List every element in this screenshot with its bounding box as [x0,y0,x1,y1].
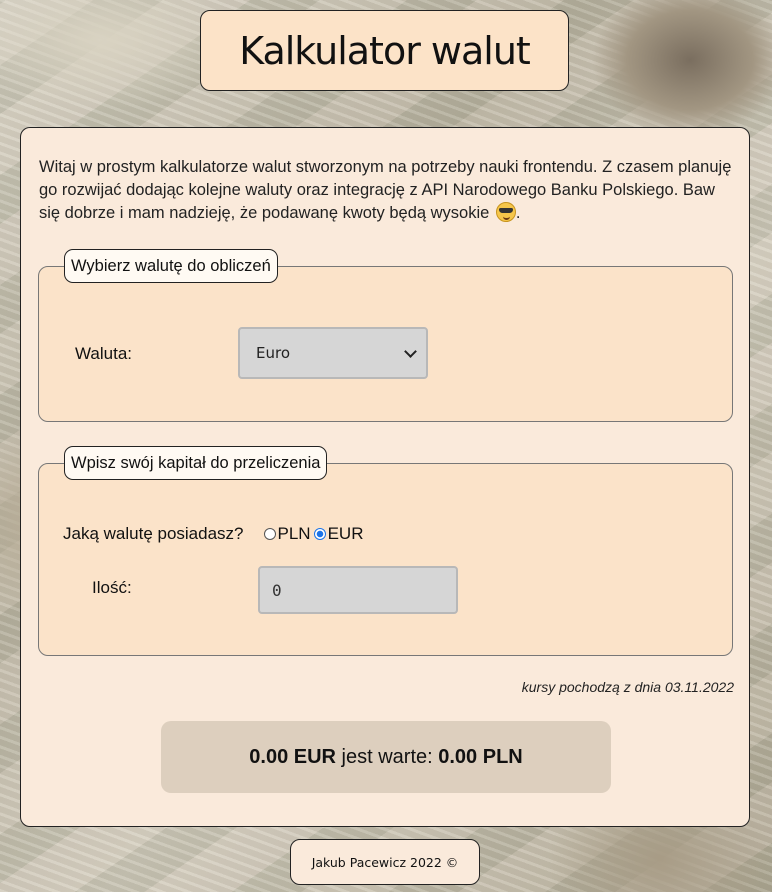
radio-option-eur[interactable]: EUR [313,524,364,544]
result-to-amount: 0.00 PLN [438,745,523,768]
intro-text: Witaj w prostym kalkulatorze walut stwor… [39,158,732,222]
capital-fieldset: Wpisz swój kapitał do przeliczenia Jaką … [38,446,733,656]
header: Kalkulator walut [200,10,569,91]
page-title: Kalkulator walut [239,28,531,73]
result-middle-text: jest warte: [335,745,439,768]
calculator-card: Witaj w prostym kalkulatorze walut stwor… [20,127,750,827]
footer: Jakub Pacewicz 2022 © [290,839,480,885]
owned-currency-row: Jaką walutę posiadasz? PLN EUR [63,524,364,544]
amount-input[interactable]: 0 [258,566,458,614]
amount-input-placeholder: 0 [272,580,282,600]
radio-option-pln[interactable]: PLN [263,524,311,544]
result-box: 0.00 EUR jest warte: 0.00 PLN [161,721,611,793]
amount-label: Ilość: [92,578,132,597]
rates-date-note: kursy pochodzą z dnia 03.11.2022 [521,679,734,695]
owned-currency-question: Jaką walutę posiadasz? [63,524,244,543]
radio-pln[interactable] [263,528,276,540]
currency-fieldset: Wybierz walutę do obliczeń Waluta: Euro [38,249,733,422]
chevron-down-icon [404,345,417,358]
radio-eur-label: EUR [327,524,364,543]
currency-fieldset-legend: Wybierz walutę do obliczeń [64,249,278,283]
currency-label: Waluta: [75,344,133,363]
radio-eur[interactable] [313,528,326,540]
result-from-amount: 0.00 EUR [249,745,336,768]
footer-text: Jakub Pacewicz 2022 © [311,854,459,870]
sunglasses-emoji-icon [495,202,516,222]
intro-paragraph: Witaj w prostym kalkulatorze walut stwor… [39,158,732,222]
capital-fieldset-legend: Wpisz swój kapitał do przeliczenia [64,446,328,480]
currency-select-value: Euro [256,344,290,362]
currency-select[interactable]: Euro [238,327,428,379]
radio-pln-label: PLN [277,524,311,543]
